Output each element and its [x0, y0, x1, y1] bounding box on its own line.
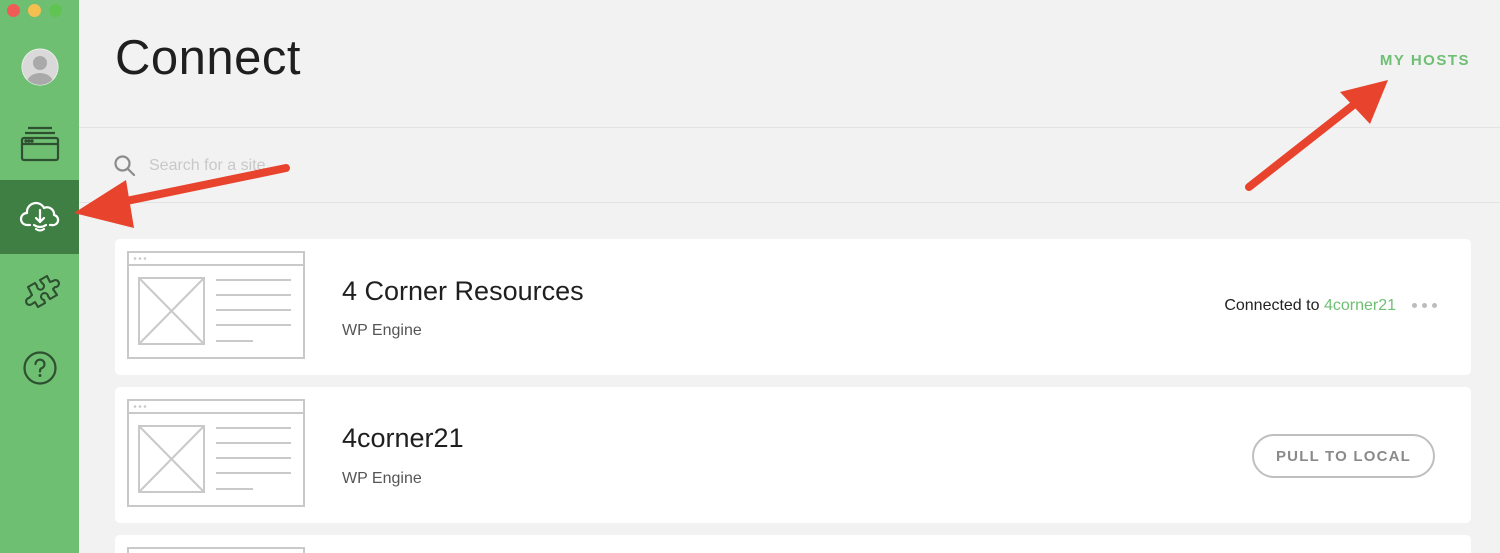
- search-icon: [114, 155, 136, 177]
- main-content: Connect MY HOSTS 4 Corner Resources WP E…: [79, 0, 1500, 553]
- connection-status: Connected to 4corner21: [1224, 297, 1396, 315]
- site-name: 4 Corner Resources: [342, 276, 584, 306]
- addons-puzzle-icon: [24, 274, 60, 309]
- site-card[interactable]: [115, 535, 1471, 553]
- connect-cloud-icon: [19, 201, 59, 232]
- help-icon: [22, 351, 57, 385]
- page-title: Connect: [115, 31, 302, 85]
- sidebar: [0, 0, 79, 553]
- window-minimize-button[interactable]: [28, 4, 41, 17]
- sidebar-item-connect[interactable]: [0, 180, 79, 254]
- page-header: Connect MY HOSTS: [79, 0, 1500, 128]
- site-name: 4corner21: [342, 423, 464, 453]
- site-host: WP Engine: [342, 322, 422, 339]
- search-input[interactable]: [149, 153, 649, 179]
- more-options-icon[interactable]: [1412, 303, 1437, 308]
- connected-site-link[interactable]: 4corner21: [1324, 297, 1396, 314]
- site-thumbnail-icon: [127, 399, 305, 507]
- window-close-button[interactable]: [7, 4, 20, 17]
- window-controls: [7, 4, 62, 17]
- sidebar-item-help[interactable]: [0, 331, 79, 405]
- my-hosts-link[interactable]: MY HOSTS: [1380, 52, 1470, 69]
- sidebar-item-account[interactable]: [0, 30, 79, 104]
- site-host: WP Engine: [342, 470, 422, 487]
- window-maximize-button[interactable]: [49, 4, 62, 17]
- site-card[interactable]: 4 Corner Resources WP Engine Connected t…: [115, 239, 1471, 375]
- site-card[interactable]: 4corner21 WP Engine PULL TO LOCAL: [115, 387, 1471, 523]
- sites-icon: [20, 126, 59, 162]
- status-prefix: Connected to: [1224, 297, 1320, 314]
- pull-to-local-button[interactable]: PULL TO LOCAL: [1252, 434, 1435, 478]
- site-thumbnail-icon: [127, 251, 305, 359]
- user-avatar-icon: [21, 48, 58, 86]
- site-thumbnail-icon: [127, 547, 305, 553]
- sidebar-item-sites[interactable]: [0, 106, 79, 180]
- sidebar-item-addons[interactable]: [0, 256, 79, 330]
- search-bar: [79, 129, 1500, 203]
